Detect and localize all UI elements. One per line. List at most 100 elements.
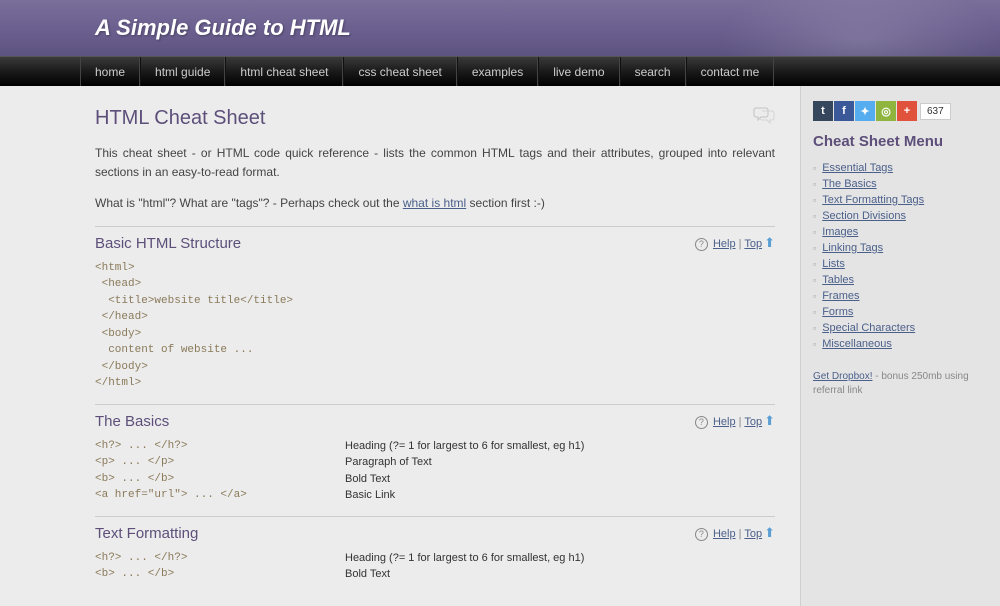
what-is-html-link[interactable]: what is html: [403, 196, 466, 210]
content-container: HTML Cheat Sheet This cheat sheet - or H…: [0, 86, 1000, 606]
sidebar-menu-title: Cheat Sheet Menu: [813, 133, 988, 150]
top-link[interactable]: Top: [744, 528, 762, 540]
code: <b> ... </b>: [95, 471, 345, 488]
share-plus-icon[interactable]: +: [897, 101, 917, 121]
page-title: HTML Cheat Sheet: [95, 107, 265, 130]
share-count: 637: [920, 103, 951, 120]
desc: Paragraph of Text: [345, 454, 432, 471]
menu-item: Essential Tags: [813, 160, 988, 176]
menu-link-lists[interactable]: Lists: [822, 258, 845, 270]
section-head: The Basics ? Help | Top⬆: [95, 413, 775, 430]
menu-link-linking-tags[interactable]: Linking Tags: [822, 242, 883, 254]
code: <h?> ... </h?>: [95, 550, 345, 567]
site-title: A Simple Guide to HTML: [95, 15, 351, 41]
dropbox-link[interactable]: Get Dropbox!: [813, 371, 872, 382]
section-links: ? Help | Top⬆: [695, 235, 775, 251]
help-icon[interactable]: ?: [695, 416, 708, 429]
top-link[interactable]: Top: [744, 416, 762, 428]
menu-item: Linking Tags: [813, 240, 988, 256]
main-content: HTML Cheat Sheet This cheat sheet - or H…: [0, 86, 800, 606]
code: <a href="url"> ... </a>: [95, 487, 345, 504]
section-basic-structure: Basic HTML Structure ? Help | Top⬆ <html…: [95, 226, 775, 392]
intro-2b: section first :-): [466, 196, 545, 210]
up-arrow-icon: ⬆: [764, 235, 775, 250]
desc: Basic Link: [345, 487, 395, 504]
site-header: A Simple Guide to HTML: [0, 0, 1000, 56]
menu-link-the-basics[interactable]: The Basics: [822, 178, 876, 190]
share-buttons: t f ✦ ◎ + 637: [813, 101, 988, 121]
nav-contact[interactable]: contact me: [686, 57, 775, 86]
section-the-basics: The Basics ? Help | Top⬆ <h?> ... </h?>H…: [95, 404, 775, 504]
menu-item: Tables: [813, 272, 988, 288]
menu-item: Frames: [813, 288, 988, 304]
menu-item: The Basics: [813, 176, 988, 192]
section-title: Text Formatting: [95, 525, 198, 542]
help-link[interactable]: Help: [713, 416, 736, 428]
page-title-row: HTML Cheat Sheet: [95, 106, 775, 130]
comment-icon[interactable]: [753, 106, 775, 130]
section-text-formatting: Text Formatting ? Help | Top⬆ <h?> ... <…: [95, 516, 775, 583]
nav-css-cheat-sheet[interactable]: css cheat sheet: [343, 57, 456, 86]
intro-text-1: This cheat sheet - or HTML code quick re…: [95, 144, 775, 182]
menu-link-forms[interactable]: Forms: [822, 306, 853, 318]
help-icon[interactable]: ?: [695, 238, 708, 251]
menu-item: Images: [813, 224, 988, 240]
code-row: <p> ... </p>Paragraph of Text: [95, 454, 775, 471]
dropbox-promo: Get Dropbox! - bonus 250mb using referra…: [813, 370, 988, 398]
menu-item: Text Formatting Tags: [813, 192, 988, 208]
up-arrow-icon: ⬆: [764, 413, 775, 428]
section-head: Basic HTML Structure ? Help | Top⬆: [95, 235, 775, 252]
nav-home[interactable]: home: [80, 57, 140, 86]
desc: Bold Text: [345, 471, 390, 488]
intro-2a: What is "html"? What are "tags"? - Perha…: [95, 196, 403, 210]
help-icon[interactable]: ?: [695, 528, 708, 541]
code: <b> ... </b>: [95, 566, 345, 583]
share-twitter-icon[interactable]: ✦: [855, 101, 875, 121]
section-title: Basic HTML Structure: [95, 235, 241, 252]
desc: Heading (?= 1 for largest to 6 for small…: [345, 550, 584, 567]
menu-link-text-formatting[interactable]: Text Formatting Tags: [822, 194, 924, 206]
menu-link-misc[interactable]: Miscellaneous: [822, 338, 892, 350]
desc: Heading (?= 1 for largest to 6 for small…: [345, 438, 584, 455]
section-links: ? Help | Top⬆: [695, 525, 775, 541]
section-title: The Basics: [95, 413, 169, 430]
menu-item: Lists: [813, 256, 988, 272]
menu-item: Section Divisions: [813, 208, 988, 224]
sidebar: t f ✦ ◎ + 637 Cheat Sheet Menu Essential…: [800, 86, 1000, 606]
nav-html-cheat-sheet[interactable]: html cheat sheet: [225, 57, 343, 86]
code: <h?> ... </h?>: [95, 438, 345, 455]
nav-live-demo[interactable]: live demo: [538, 57, 619, 86]
intro-text-2: What is "html"? What are "tags"? - Perha…: [95, 194, 775, 213]
help-link[interactable]: Help: [713, 528, 736, 540]
help-link[interactable]: Help: [713, 238, 736, 250]
menu-item: Forms: [813, 304, 988, 320]
up-arrow-icon: ⬆: [764, 525, 775, 540]
share-green-icon[interactable]: ◎: [876, 101, 896, 121]
menu-link-special-chars[interactable]: Special Characters: [822, 322, 915, 334]
nav-search[interactable]: search: [620, 57, 686, 86]
menu-link-essential-tags[interactable]: Essential Tags: [822, 162, 893, 174]
menu-link-frames[interactable]: Frames: [822, 290, 859, 302]
desc: Bold Text: [345, 566, 390, 583]
section-head: Text Formatting ? Help | Top⬆: [95, 525, 775, 542]
code-row: <b> ... </b>Bold Text: [95, 566, 775, 583]
menu-item: Special Characters: [813, 320, 988, 336]
menu-item: Miscellaneous: [813, 336, 988, 352]
sidebar-menu: Essential Tags The Basics Text Formattin…: [813, 160, 988, 352]
nav-examples[interactable]: examples: [457, 57, 538, 86]
menu-link-images[interactable]: Images: [822, 226, 858, 238]
code-row: <a href="url"> ... </a>Basic Link: [95, 487, 775, 504]
main-nav: home html guide html cheat sheet css che…: [0, 56, 1000, 86]
code-row: <b> ... </b>Bold Text: [95, 471, 775, 488]
menu-link-tables[interactable]: Tables: [822, 274, 854, 286]
share-facebook-icon[interactable]: f: [834, 101, 854, 121]
nav-html-guide[interactable]: html guide: [140, 57, 225, 86]
code: <p> ... </p>: [95, 454, 345, 471]
code-basic-structure: <html> <head> <title>website title</titl…: [95, 260, 775, 392]
menu-link-section-divisions[interactable]: Section Divisions: [822, 210, 906, 222]
share-tumblr-icon[interactable]: t: [813, 101, 833, 121]
code-row: <h?> ... </h?>Heading (?= 1 for largest …: [95, 550, 775, 567]
section-links: ? Help | Top⬆: [695, 413, 775, 429]
code-row: <h?> ... </h?>Heading (?= 1 for largest …: [95, 438, 775, 455]
top-link[interactable]: Top: [744, 238, 762, 250]
